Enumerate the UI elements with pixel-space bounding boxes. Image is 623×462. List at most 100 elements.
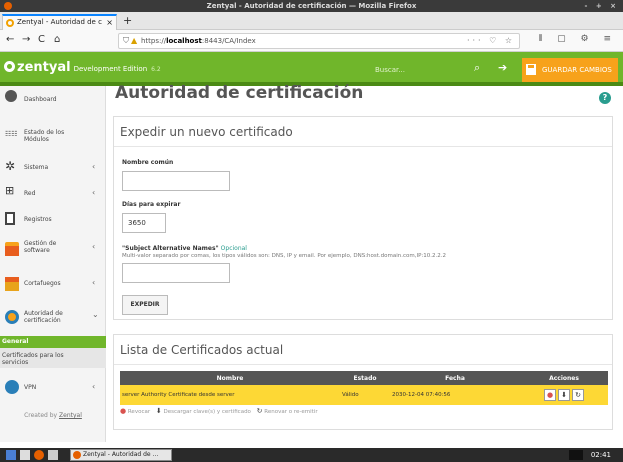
sidebar-item-certification-authority[interactable]: Autoridad de certificación ⌄ [0, 300, 106, 334]
column-header-date: Fecha [390, 371, 520, 385]
sidebar-item-service-certificates[interactable]: Certificados para los servicios [0, 348, 106, 368]
renew-legend-label: Renovar o re-emitir [264, 409, 318, 415]
cert-date-cell: 2030-12-04 07:40:56 [390, 385, 520, 405]
window-title: Zentyal - Autoridad de certificación — M… [206, 2, 417, 10]
sidebar-item-label: Autoridad de [24, 310, 63, 317]
forward-icon[interactable]: → [22, 34, 30, 45]
new-tab-button[interactable]: + [123, 14, 132, 27]
sidebar: Dashboard ☷☷ Estado de los Módulos ✲ Sis… [0, 86, 106, 442]
column-header-actions: Acciones [520, 371, 608, 385]
network-icon: ⊞ [5, 184, 15, 197]
renew-icon[interactable]: ↻ [572, 389, 584, 401]
firewall-icon [5, 277, 19, 291]
created-by-text: Created by [24, 412, 58, 419]
url-host: localhost [166, 37, 202, 45]
column-header-name: Nombre [120, 371, 340, 385]
terminal-icon[interactable] [48, 450, 58, 460]
page-title: Autoridad de certificación [115, 83, 364, 103]
sidebar-item-label-2: software [24, 247, 50, 254]
san-help-text: Multi-valor separado por comas, los tipo… [122, 253, 447, 259]
logout-icon[interactable]: ➔ [498, 61, 507, 74]
column-header-state: Estado [340, 371, 390, 385]
sidebar-section-general: General [0, 336, 106, 348]
chevron-left-icon: ‹ [92, 242, 96, 251]
sidebar-item-firewall[interactable]: Cortafuegos ‹ [0, 268, 106, 302]
sidebar-item-label: Sistema [24, 164, 49, 171]
vpn-icon [5, 380, 19, 394]
url-actions-icons[interactable]: ··· ♡ ☆ [467, 34, 515, 48]
download-legend-icon: ⬇ [155, 407, 162, 415]
sidebar-item-label: Red [24, 190, 36, 197]
optional-tag: Opcional [220, 245, 247, 252]
taskbar: Zentyal - Autoridad de ... 02:41 [0, 448, 623, 462]
sidebar-item-label: Dashboard [24, 96, 57, 103]
start-menu-icon[interactable] [6, 450, 16, 460]
issue-button[interactable]: EXPEDIR [122, 295, 168, 315]
chevron-left-icon: ‹ [92, 162, 96, 171]
sidebar-item-software[interactable]: Gestión de software ‹ [0, 234, 106, 268]
sidebar-item-label-2: certificación [24, 317, 61, 324]
sidebar-item-label: VPN [24, 384, 37, 391]
revoke-legend-icon: ● [120, 407, 127, 415]
tray-icon[interactable] [569, 450, 583, 460]
sidebar-item-label-2: servicios [2, 359, 29, 366]
firefox-icon [4, 2, 12, 10]
edition-label: Development Edition [73, 65, 148, 73]
insecure-lock-icon[interactable]: ▲ [131, 34, 137, 48]
sidebar-item-label: Cortafuegos [24, 280, 61, 287]
panel-title: Lista de Certificados actual [114, 335, 612, 365]
san-label-text: "Subject Alternative Names" [122, 245, 219, 252]
taskbar-window-label: Zentyal - Autoridad de ... [83, 451, 159, 458]
zentyal-favicon-icon [6, 19, 14, 27]
firefox-launcher-icon[interactable] [34, 450, 44, 460]
reload-icon[interactable]: C [38, 34, 45, 45]
search-input[interactable]: Buscar... [372, 63, 468, 77]
chevron-left-icon: ‹ [92, 188, 96, 197]
download-icon[interactable]: ⬇ [558, 389, 570, 401]
zentyal-logo[interactable]: zentyal Development Edition 6.2 [4, 60, 161, 75]
tab-title: Zentyal - Autoridad de c [17, 18, 102, 26]
save-changes-button[interactable]: GUARDAR CAMBIOS [522, 58, 618, 82]
zentyal-link[interactable]: Zentyal [59, 412, 82, 419]
modules-grid-icon: ☷☷ [5, 130, 18, 138]
clock: 02:41 [590, 451, 611, 459]
sidebar-item-label-2: Módulos [24, 136, 49, 143]
days-to-expire-label: Días para expirar [122, 201, 181, 208]
close-tab-icon[interactable]: × [106, 16, 113, 29]
help-icon[interactable]: ? [599, 92, 611, 104]
common-name-input[interactable] [122, 171, 230, 191]
window-titlebar: Zentyal - Autoridad de certificación — M… [0, 0, 623, 12]
table-header-row: Nombre Estado Fecha Acciones [120, 371, 608, 385]
zentyal-header: zentyal Development Edition 6.2 Buscar... … [0, 52, 623, 86]
san-input[interactable] [122, 263, 230, 283]
sidebar-item-module-status[interactable]: ☷☷ Estado de los Módulos [0, 120, 106, 154]
browser-tab[interactable]: Zentyal - Autoridad de c × [2, 14, 117, 30]
url-prefix: https:// [141, 37, 167, 45]
sidebar-item-vpn[interactable]: VPN ‹ [0, 374, 106, 408]
revoke-icon[interactable]: ● [544, 389, 556, 401]
file-manager-icon[interactable] [20, 450, 30, 460]
url-bar[interactable]: ⛉ ▲ https://localhost:8443/CA/Index ··· … [118, 33, 520, 49]
shield-icon[interactable]: ⛉ [123, 34, 129, 48]
search-icon[interactable]: ⌕ [474, 61, 480, 75]
sidebar-item-label: Certificados para los [2, 352, 64, 359]
days-to-expire-input[interactable]: 3650 [122, 213, 166, 233]
taskbar-window-button[interactable]: Zentyal - Autoridad de ... [70, 449, 172, 461]
gear-icon: ✲ [5, 159, 16, 173]
created-by-footer: Created by Zentyal [0, 412, 106, 419]
sidebar-item-label: Registros [24, 216, 52, 223]
cert-state-cell: Válido [340, 385, 390, 405]
actions-legend: ● Revocar ⬇ Descargar clave(s) y certifi… [120, 407, 322, 415]
issue-certificate-panel: Expedir un nuevo certificado Nombre comú… [113, 116, 613, 320]
sidebar-item-label: Gestión de [24, 240, 57, 247]
sidebar-item-dashboard[interactable]: Dashboard [0, 86, 106, 120]
toolbar-icons[interactable]: ⫴ ▢ ⚙ ≡ [539, 34, 617, 44]
back-icon[interactable]: ← [6, 34, 14, 45]
certificate-badge-icon [5, 310, 19, 324]
home-icon[interactable]: ⌂ [54, 34, 60, 45]
tab-bar: Zentyal - Autoridad de c × + [0, 12, 623, 30]
table-row: server Authority Certificate desde serve… [120, 385, 608, 405]
sidebar-item-label: Estado de los [24, 129, 65, 136]
window-controls[interactable]: - + × [584, 0, 619, 12]
san-label: "Subject Alternative Names" Opcional [122, 245, 247, 252]
